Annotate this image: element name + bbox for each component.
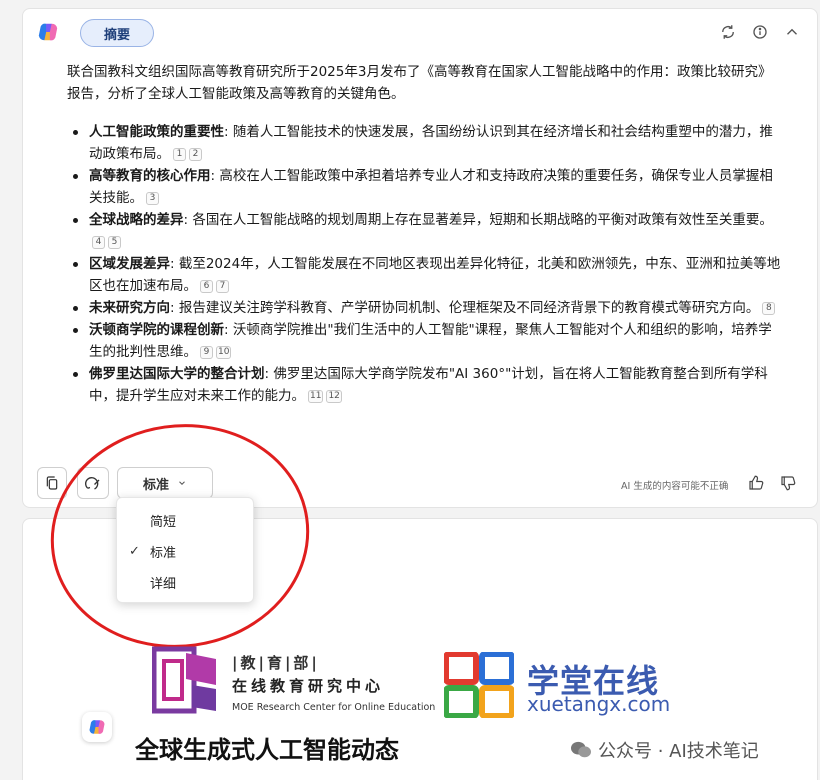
summary-bullet: 高等教育的核心作用: 高校在人工智能政策中承担着培养专业人才和支持政府决策的重要… [67, 165, 782, 209]
bullet-title: 佛罗里达国际大学的整合计划 [89, 366, 265, 382]
citation-badge[interactable]: 10 [216, 346, 232, 359]
bullet-title: 区域发展差异 [89, 256, 170, 272]
menu-item-standard[interactable]: ✓ 标准 [117, 536, 255, 566]
thumbs-down-icon[interactable] [777, 472, 799, 494]
bullet-title: 人工智能政策的重要性 [89, 124, 224, 140]
bullet-title: 高等教育的核心作用 [89, 168, 211, 184]
rewrite-icon [85, 477, 100, 490]
citation-badge[interactable]: 7 [216, 280, 229, 293]
summary-tag[interactable]: 摘要 [80, 19, 154, 47]
summary-card: 摘要 联合国教科文组织国际高等教育研究所于2025年3月发布了《高等教育在国家人… [22, 8, 818, 508]
summary-bullet: 佛罗里达国际大学的整合计划: 佛罗里达国际大学商学院发布"AI 360°"计划，… [67, 363, 782, 407]
citation-badge[interactable]: 9 [200, 346, 213, 359]
citation-badge[interactable]: 3 [146, 192, 159, 205]
moe-label: |教|育|部| [232, 654, 320, 672]
length-dropdown-menu: 简短 ✓ 标准 详细 [116, 497, 254, 603]
xuetangx-domain: xuetangx.com [527, 692, 671, 716]
collapse-chevron-up-icon[interactable] [781, 21, 803, 43]
bullet-title: 未来研究方向 [89, 300, 170, 316]
citation-badge[interactable]: 5 [108, 236, 121, 249]
copilot-logo-icon [89, 720, 105, 734]
copy-button[interactable] [37, 467, 67, 499]
moe-center-name: 在线教育研究中心 [232, 677, 385, 695]
moe-english-name: MOE Research Center for Online Education [232, 702, 436, 713]
copy-icon [46, 476, 58, 490]
summary-bullet: 全球战略的差异: 各国在人工智能战略的规划周期上存在显著差异，短期和长期战略的平… [67, 209, 782, 253]
moe-text-block: |教|育|部| 在线教育研究中心 MOE Research Center for… [232, 652, 435, 713]
bullet-text: : 截至2024年，人工智能发展在不同地区表现出差异化特征，北美和欧洲领先，中东… [89, 256, 781, 294]
menu-item-standard-label: 标准 [150, 545, 177, 561]
citation-badge[interactable]: 1 [173, 148, 186, 161]
chevron-down-icon [179, 481, 185, 485]
citation-badge[interactable]: 8 [762, 302, 776, 315]
copilot-float-button[interactable] [82, 712, 112, 742]
citation-badge[interactable]: 11 [308, 390, 324, 403]
length-dropdown-button[interactable]: 标准 [117, 467, 213, 499]
summary-bullet: 未来研究方向: 报告建议关注跨学科教育、产学研协同机制、伦理框架及不同经济背景下… [67, 297, 782, 319]
refresh-icon[interactable] [717, 21, 739, 43]
summary-bullet: 区域发展差异: 截至2024年，人工智能发展在不同地区表现出差异化特征，北美和欧… [67, 253, 782, 297]
summary-bullet: 人工智能政策的重要性: 随着人工智能技术的快速发展，各国纷纷认识到其在经济增长和… [67, 121, 782, 165]
wechat-icon [571, 741, 591, 758]
copilot-logo-icon [38, 23, 58, 41]
length-dropdown-label: 标准 [142, 477, 169, 493]
article-title: 全球生成式人工智能动态 [135, 735, 399, 764]
thumbs-up-icon[interactable] [745, 472, 767, 494]
bullet-title: 全球战略的差异 [89, 212, 184, 228]
watermark-text: 公众号 · AI技术笔记 [598, 741, 759, 762]
bullet-title: 沃顿商学院的课程创新 [89, 322, 224, 338]
info-icon[interactable] [749, 21, 771, 43]
bullet-text: : 报告建议关注跨学科教育、产学研协同机制、伦理框架及不同经济背景下的教育模式等… [170, 300, 760, 316]
menu-item-detailed[interactable]: 详细 [117, 567, 255, 597]
bullet-text: : 各国在人工智能战略的规划周期上存在显著差异，短期和长期战略的平衡对政策有效性… [183, 212, 773, 228]
rewrite-button[interactable] [77, 467, 109, 499]
citation-badge[interactable]: 4 [92, 236, 105, 249]
summary-intro: 联合国教科文组织国际高等教育研究所于2025年3月发布了《高等教育在国家人工智能… [67, 64, 772, 102]
ai-disclaimer: AI 生成的内容可能不正确 [621, 481, 729, 492]
summary-bullet-list: 人工智能政策的重要性: 随着人工智能技术的快速发展，各国纷纷认识到其在经济增长和… [67, 121, 782, 407]
menu-item-brief[interactable]: 简短 [117, 505, 255, 535]
summary-bullet: 沃顿商学院的课程创新: 沃顿商学院推出"我们生活中的人工智能"课程，聚焦人工智能… [67, 319, 782, 363]
xuetangx-logo-icon [444, 652, 514, 718]
checkmark-icon: ✓ [129, 543, 140, 559]
citation-badge[interactable]: 2 [189, 148, 202, 161]
moe-logo-icon [152, 646, 216, 714]
wechat-watermark: 公众号 · AI技术笔记 [570, 737, 759, 763]
citation-badge[interactable]: 12 [326, 390, 342, 403]
citation-badge[interactable]: 6 [200, 280, 213, 293]
